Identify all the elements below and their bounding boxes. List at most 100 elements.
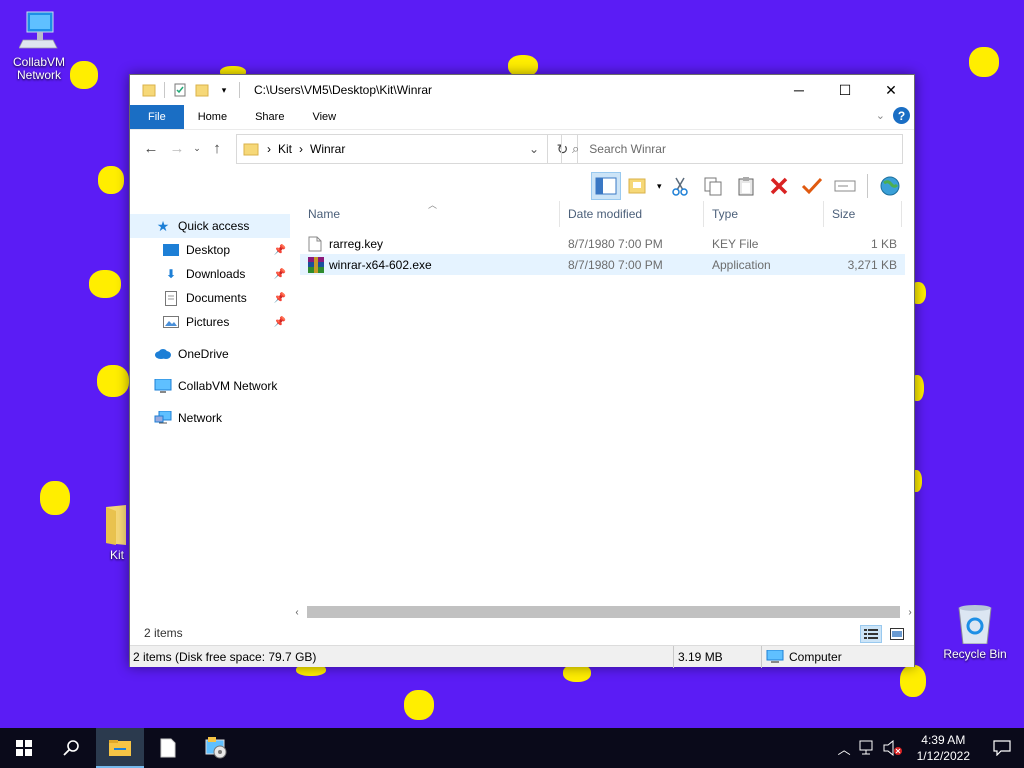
nav-quick-access[interactable]: ★ Quick access (130, 214, 290, 238)
file-date: 8/7/1980 7:00 PM (568, 236, 663, 251)
notification-icon (993, 740, 1011, 756)
breadcrumb-winrar[interactable]: Winrar (310, 142, 345, 156)
nav-documents[interactable]: Documents 📌 (130, 286, 290, 310)
computer-icon (154, 378, 172, 394)
scroll-left-icon[interactable]: ‹ (291, 607, 303, 618)
column-headers: ︿ Name Date modified Type Size (300, 200, 905, 227)
tab-share[interactable]: Share (241, 105, 298, 129)
help-icon[interactable]: ? (893, 107, 910, 124)
expand-ribbon-icon[interactable]: ⌄ (876, 109, 885, 122)
search-icon (63, 740, 79, 756)
search-input[interactable]: ⌕ Search Winrar (561, 134, 903, 164)
customize-quick-access-icon[interactable]: ▾ (213, 79, 235, 101)
tab-file[interactable]: File (130, 105, 184, 129)
new-item-button[interactable] (624, 172, 654, 200)
address-dropdown-icon[interactable]: ⌄ (529, 142, 539, 156)
file-row[interactable]: rarreg.key 8/7/1980 7:00 PM KEY File 1 K… (300, 233, 905, 254)
show-hidden-icons-icon[interactable]: ︿ (838, 739, 851, 758)
rename-button[interactable] (830, 172, 860, 200)
copy-button[interactable] (698, 172, 728, 200)
dropdown-arrow-icon[interactable]: ▾ (657, 181, 662, 192)
checkmark-icon (801, 177, 822, 195)
folder-icon (243, 143, 259, 156)
tab-home[interactable]: Home (184, 105, 241, 129)
folder-icon (106, 505, 126, 545)
minimize-button[interactable]: ─ (776, 75, 822, 105)
cloud-icon (154, 346, 172, 362)
desktop-icon-label: Recycle Bin (943, 647, 1007, 661)
select-button[interactable] (797, 172, 827, 200)
status-bar: 2 items (130, 621, 914, 645)
breadcrumb-kit[interactable]: Kit (278, 142, 292, 156)
globe-icon (880, 176, 900, 196)
details-view-button[interactable] (860, 625, 882, 643)
large-icons-view-button[interactable] (886, 625, 908, 643)
column-size[interactable]: Size (824, 201, 902, 227)
taskbar-notepad[interactable] (144, 728, 192, 768)
nav-collabvm-network[interactable]: CollabVM Network (130, 374, 290, 398)
close-button[interactable]: ✕ (868, 75, 914, 105)
address-bar[interactable]: › Kit › Winrar ⌄ (236, 134, 548, 164)
file-row[interactable]: winrar-x64-602.exe 8/7/1980 7:00 PM Appl… (300, 254, 905, 275)
nav-network[interactable]: Network (130, 406, 290, 430)
column-date-modified[interactable]: Date modified (560, 201, 704, 227)
paste-button[interactable] (731, 172, 761, 200)
up-button[interactable]: ↑ (204, 136, 230, 162)
document-icon (160, 738, 176, 758)
properties-icon[interactable] (169, 79, 191, 101)
horizontal-scrollbar[interactable]: ‹ › (291, 604, 916, 620)
toolbar: ▾ (591, 171, 905, 201)
wallpaper-dot (97, 365, 129, 397)
ribbon-controls: ⌄ ? (876, 107, 910, 124)
divider (866, 174, 868, 198)
file-type: KEY File (712, 236, 759, 251)
desktop-icon-collabvm-network[interactable]: CollabVM Network (1, 10, 77, 82)
network-status-icon[interactable] (859, 740, 877, 756)
file-type: Application (712, 257, 771, 272)
preview-pane-button[interactable] (591, 172, 621, 200)
nav-onedrive[interactable]: OneDrive (130, 342, 290, 366)
cut-button[interactable] (665, 172, 695, 200)
scroll-thumb[interactable] (307, 606, 900, 618)
tab-view[interactable]: View (298, 105, 350, 129)
nav-desktop[interactable]: Desktop 📌 (130, 238, 290, 262)
start-button[interactable] (0, 728, 48, 768)
clock[interactable]: 4:39 AM 1/12/2022 (907, 732, 980, 764)
taskbar-file-explorer[interactable] (96, 728, 144, 768)
search-placeholder: Search Winrar (589, 142, 666, 156)
search-button[interactable] (48, 728, 96, 768)
delete-button[interactable] (764, 172, 794, 200)
volume-muted-icon[interactable] (883, 740, 903, 756)
column-type[interactable]: Type (704, 201, 824, 227)
desktop-icon-recycle-bin[interactable]: Recycle Bin (937, 602, 1013, 661)
back-button[interactable]: ← (138, 136, 164, 162)
maximize-button[interactable]: ☐ (822, 75, 868, 105)
network-icon (154, 410, 172, 426)
action-center-button[interactable] (980, 728, 1024, 768)
forward-button[interactable]: → (164, 136, 190, 162)
scroll-right-icon[interactable]: › (904, 607, 916, 618)
location-info: Computer (762, 646, 912, 668)
network-button[interactable] (875, 172, 905, 200)
recent-locations-button[interactable]: ⌄ (190, 136, 204, 162)
sort-arrow-icon: ︿ (428, 200, 438, 210)
new-folder-icon[interactable] (191, 79, 213, 101)
window-title: C:\Users\VM5\Desktop\Kit\Winrar (254, 83, 433, 97)
file-date: 8/7/1980 7:00 PM (568, 257, 663, 272)
taskbar-control-panel[interactable] (192, 728, 240, 768)
nav-downloads[interactable]: ⬇ Downloads 📌 (130, 262, 290, 286)
clock-time: 4:39 AM (921, 733, 966, 747)
navigation-pane: ★ Quick access Desktop 📌 ⬇ Downloads 📌 D… (130, 214, 290, 624)
nav-label: CollabVM Network (178, 379, 278, 393)
clock-date: 1/12/2022 (916, 749, 970, 763)
wallpaper-dot (98, 166, 124, 194)
nav-pictures[interactable]: Pictures 📌 (130, 310, 290, 334)
file-list: ︿ Name Date modified Type Size rarreg.ke… (300, 200, 905, 601)
computer-network-icon (19, 11, 58, 49)
large-icons-view-icon (890, 628, 904, 640)
pin-icon: 📌 (273, 316, 286, 328)
nav-label: Quick access (178, 219, 250, 233)
clipboard-icon (738, 177, 754, 196)
wallpaper-dot (404, 690, 434, 720)
control-panel-icon (205, 737, 227, 759)
